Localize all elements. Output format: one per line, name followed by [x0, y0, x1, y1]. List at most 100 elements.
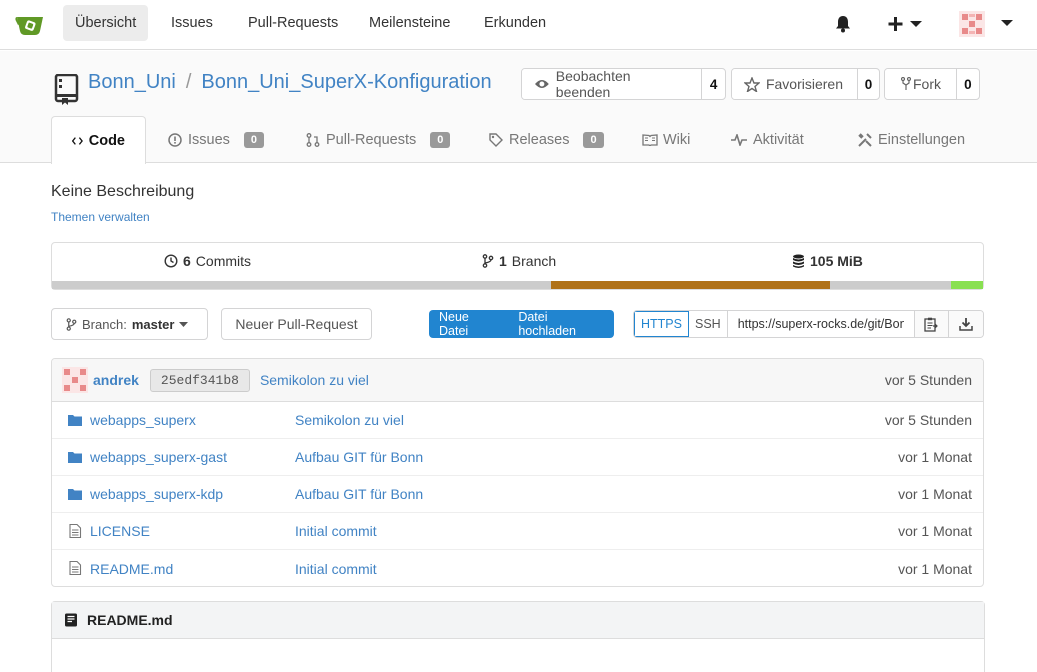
https-button[interactable]: HTTPS [634, 311, 689, 337]
fork-button[interactable]: Fork [885, 69, 956, 99]
nav-overview[interactable]: Übersicht [63, 5, 149, 41]
language-bar-segment[interactable] [830, 281, 952, 289]
watch-button[interactable]: Beobachten beenden [522, 69, 702, 99]
repo-name-link[interactable]: Bonn_Uni_SuperX-Konfiguration [201, 71, 491, 94]
history-icon [164, 254, 178, 268]
fork-icon [901, 77, 911, 90]
nav-pull-requests[interactable]: Pull-Requests [236, 5, 350, 41]
new-pull-request-button[interactable]: Neuer Pull-Request [221, 308, 372, 340]
file-name[interactable]: webapps_superx-kdp [90, 486, 223, 502]
ssh-button[interactable]: SSH [689, 311, 728, 337]
star-count[interactable]: 0 [857, 69, 879, 99]
file-time: vor 1 Monat [898, 486, 972, 502]
table-row[interactable]: webapps_superx-gast Aufbau GIT für Bonn … [52, 439, 983, 476]
tab-settings[interactable]: Einstellungen [857, 116, 965, 163]
file-commit-message[interactable]: Initial commit [295, 523, 377, 539]
tab-pull-requests-count: 0 [430, 131, 451, 148]
repo-header: Bonn_Uni / Bonn_Uni_SuperX-Konfiguration… [0, 51, 1037, 164]
new-file-button[interactable]: Neue Datei [429, 310, 508, 338]
tools-icon [858, 132, 872, 147]
file-actions-group: Neue Datei Datei hochladen [429, 310, 614, 338]
nav-milestones[interactable]: Meilensteine [357, 5, 462, 41]
commits-stat[interactable]: 6 Commits [164, 253, 251, 269]
download-icon [959, 318, 973, 331]
branch-dropdown[interactable]: Branch: master [51, 308, 208, 340]
file-commit-message[interactable]: Aufbau GIT für Bonn [295, 449, 423, 465]
tag-icon [489, 132, 503, 147]
tab-activity-label: Aktivität [753, 131, 804, 148]
star-button-group: Favorisieren 0 [731, 68, 880, 100]
clone-panel: HTTPS SSH [633, 310, 984, 338]
file-text-icon [69, 524, 82, 538]
plus-dropdown-icon[interactable] [888, 16, 924, 32]
file-commit-message[interactable]: Semikolon zu viel [295, 412, 404, 428]
tab-issues-label: Issues [188, 131, 230, 148]
table-row[interactable]: README.md Initial commit vor 1 Monat [52, 550, 983, 586]
readme-title: README.md [87, 612, 173, 628]
copy-url-button[interactable] [914, 311, 949, 337]
language-bar-segment[interactable] [951, 281, 983, 289]
download-button[interactable] [948, 311, 983, 337]
manage-topics-link[interactable]: Themen verwalten [51, 210, 150, 224]
branch-stat[interactable]: 1 Branch [482, 253, 556, 269]
branch-count: 1 [499, 253, 507, 269]
file-text-icon [69, 561, 82, 575]
tab-wiki[interactable]: Wiki [642, 116, 690, 163]
file-name[interactable]: webapps_superx [90, 412, 196, 428]
branch-icon [482, 254, 494, 268]
tab-releases-label: Releases [509, 131, 570, 148]
database-icon [793, 254, 804, 268]
table-row[interactable]: webapps_superx Semikolon zu viel vor 5 S… [52, 402, 983, 439]
repo-book-icon [54, 74, 79, 105]
watch-count[interactable]: 4 [701, 69, 725, 99]
commit-sha[interactable]: 25edf341b8 [149, 368, 250, 392]
language-bar[interactable] [52, 281, 983, 289]
branch-prefix: Branch: [82, 316, 127, 332]
fork-label: Fork [913, 76, 941, 92]
code-icon [72, 136, 83, 145]
table-row[interactable]: webapps_superx-kdp Aufbau GIT für Bonn v… [52, 476, 983, 513]
commit-time: vor 5 Stunden [884, 372, 972, 388]
tab-issues[interactable]: Issues 0 [168, 116, 265, 163]
user-avatar-dropdown[interactable] [959, 11, 1015, 37]
repo-owner-link[interactable]: Bonn_Uni [88, 71, 176, 94]
nav-issues[interactable]: Issues [159, 5, 225, 41]
language-bar-segment[interactable] [551, 281, 831, 289]
folder-icon [68, 452, 82, 463]
tab-releases[interactable]: Releases 0 [489, 116, 604, 163]
commit-author[interactable]: andrek [93, 372, 139, 388]
file-name[interactable]: LICENSE [90, 523, 150, 539]
commits-count: 6 [183, 253, 191, 269]
bell-icon[interactable] [835, 15, 851, 33]
gitea-logo-icon[interactable] [15, 11, 45, 37]
tab-releases-count: 0 [583, 131, 604, 148]
table-row[interactable]: LICENSE Initial commit vor 1 Monat [52, 513, 983, 550]
file-name[interactable]: webapps_superx-gast [90, 449, 227, 465]
star-label: Favorisieren [765, 76, 843, 92]
file-commit-message[interactable]: Aufbau GIT für Bonn [295, 486, 423, 502]
size-stat: 105 MiB [792, 253, 863, 269]
fork-count[interactable]: 0 [955, 69, 979, 99]
clipboard-icon [924, 317, 939, 332]
star-button[interactable]: Favorisieren [732, 69, 857, 99]
pulse-icon [731, 133, 747, 146]
folder-icon [68, 415, 82, 426]
commits-label: Commits [195, 253, 252, 269]
file-name[interactable]: README.md [90, 561, 173, 577]
repo-title: Bonn_Uni / Bonn_Uni_SuperX-Konfiguration [88, 71, 492, 94]
upload-file-button[interactable]: Datei hochladen [508, 310, 614, 338]
file-time: vor 1 Monat [898, 560, 972, 577]
clone-url-input[interactable] [727, 311, 915, 337]
branch-name: master [131, 316, 175, 332]
star-icon [744, 76, 760, 92]
language-bar-segment[interactable] [52, 281, 552, 289]
readme-header: README.md [52, 602, 984, 639]
avatar[interactable] [62, 367, 88, 393]
commit-message[interactable]: Semikolon zu viel [260, 372, 369, 388]
file-commit-message[interactable]: Initial commit [295, 561, 377, 577]
tab-pull-requests[interactable]: Pull-Requests 0 [306, 116, 451, 163]
nav-explore[interactable]: Erkunden [472, 5, 558, 41]
repo-stats: 6 Commits 1 Branch 105 MiB [51, 242, 984, 290]
tab-activity[interactable]: Aktivität [731, 116, 804, 163]
tab-code[interactable]: Code [51, 116, 146, 164]
